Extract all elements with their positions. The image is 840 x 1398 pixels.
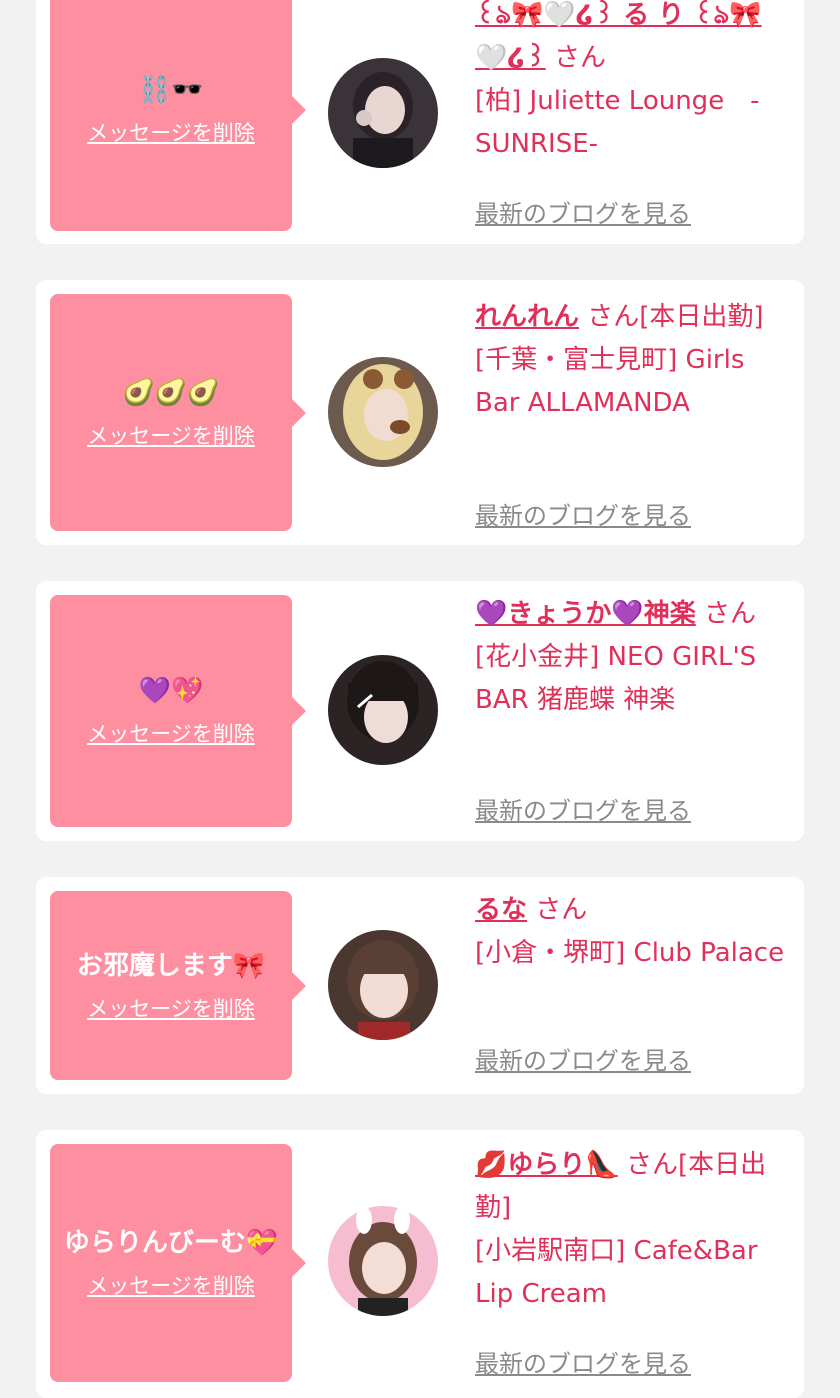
avatar[interactable]: [328, 655, 438, 765]
cast-info: ꒰ঌ🎀🤍໒꒱ る り ꒰ঌ🎀🤍໒꒱ さん [柏] Juliette Lounge…: [475, 0, 793, 166]
latest-blog-link[interactable]: 最新のブログを見る: [475, 1041, 691, 1076]
message-bubble: ⛓️🕶️ メッセージを削除: [50, 0, 306, 231]
cast-suffix: さん[本日出勤]: [587, 302, 764, 332]
cast-suffix: さん: [704, 599, 757, 629]
avatar[interactable]: [328, 930, 438, 1040]
cast-info: れんれん さん[本日出勤] [千葉・富士見町] Girls Bar ALLAMA…: [475, 296, 793, 425]
message-text: お邪魔します🎀: [76, 950, 266, 981]
delete-message-link[interactable]: メッセージを削除: [87, 420, 255, 450]
latest-blog-link[interactable]: 最新のブログを見る: [475, 1344, 691, 1379]
message-bubble: 💜💖 メッセージを削除: [50, 595, 306, 827]
message-text: ⛓️🕶️: [138, 74, 204, 105]
avatar[interactable]: [328, 357, 438, 467]
shop-name: [柏] Juliette Lounge -SUNRISE-: [475, 86, 760, 159]
cast-suffix: さん: [535, 895, 588, 925]
delete-message-link[interactable]: メッセージを削除: [87, 117, 255, 147]
avatar[interactable]: [328, 1206, 438, 1316]
message-text: 🥑🥑🥑: [122, 377, 220, 408]
latest-blog-link[interactable]: 最新のブログを見る: [475, 496, 691, 531]
shop-name: [小倉・堺町] Club Palace: [475, 938, 785, 968]
cast-name-link[interactable]: ꒰ঌ🎀🤍໒꒱ る り ꒰ঌ🎀🤍໒꒱: [475, 0, 762, 73]
delete-message-link[interactable]: メッセージを削除: [87, 1270, 255, 1300]
delete-message-link[interactable]: メッセージを削除: [87, 718, 255, 748]
delete-message-link[interactable]: メッセージを削除: [87, 993, 255, 1023]
message-bubble: ゆらりんびーむ💝 メッセージを削除: [50, 1144, 306, 1382]
cast-info: るな さん [小倉・堺町] Club Palace: [475, 889, 793, 975]
cast-info: 💜きょうか💜神楽 さん [花小金井] NEO GIRL'S BAR 猪鹿蝶 神楽: [475, 593, 793, 722]
cast-name-link[interactable]: るな: [475, 895, 527, 925]
cast-suffix: さん: [553, 43, 606, 73]
message-card: ゆらりんびーむ💝 メッセージを削除 💋ゆらり👠 さん[本日出勤] [小岩駅南口]…: [36, 1130, 804, 1398]
message-card: 🥑🥑🥑 メッセージを削除 れんれん さん[本日出勤] [千葉・富士見町] Gir…: [36, 280, 804, 545]
message-text: 💜💖: [138, 676, 204, 706]
shop-name: [千葉・富士見町] Girls Bar ALLAMANDA: [475, 345, 745, 418]
cast-info: 💋ゆらり👠 さん[本日出勤] [小岩駅南口] Cafe&Bar Lip Crea…: [475, 1144, 793, 1316]
message-card: ⛓️🕶️ メッセージを削除 ꒰ঌ🎀🤍໒꒱ る り ꒰ঌ🎀🤍໒꒱ さん [柏] J…: [36, 0, 804, 244]
cast-name-link[interactable]: 💜きょうか💜神楽: [475, 599, 696, 629]
message-card: 💜💖 メッセージを削除 💜きょうか💜神楽 さん [花小金井] NEO GIRL'…: [36, 581, 804, 841]
message-bubble: お邪魔します🎀 メッセージを削除: [50, 891, 306, 1080]
message-bubble: 🥑🥑🥑 メッセージを削除: [50, 294, 306, 531]
message-text: ゆらりんびーむ💝: [63, 1228, 279, 1258]
latest-blog-link[interactable]: 最新のブログを見る: [475, 791, 691, 826]
cast-name-link[interactable]: 💋ゆらり👠: [475, 1150, 618, 1180]
shop-name: [小岩駅南口] Cafe&Bar Lip Cream: [475, 1236, 758, 1309]
shop-name: [花小金井] NEO GIRL'S BAR 猪鹿蝶 神楽: [475, 642, 757, 715]
avatar[interactable]: [328, 58, 438, 168]
message-card: お邪魔します🎀 メッセージを削除 るな さん [小倉・堺町] Club Pala…: [36, 877, 804, 1094]
latest-blog-link[interactable]: 最新のブログを見る: [475, 194, 691, 229]
cast-name-link[interactable]: れんれん: [475, 302, 579, 332]
